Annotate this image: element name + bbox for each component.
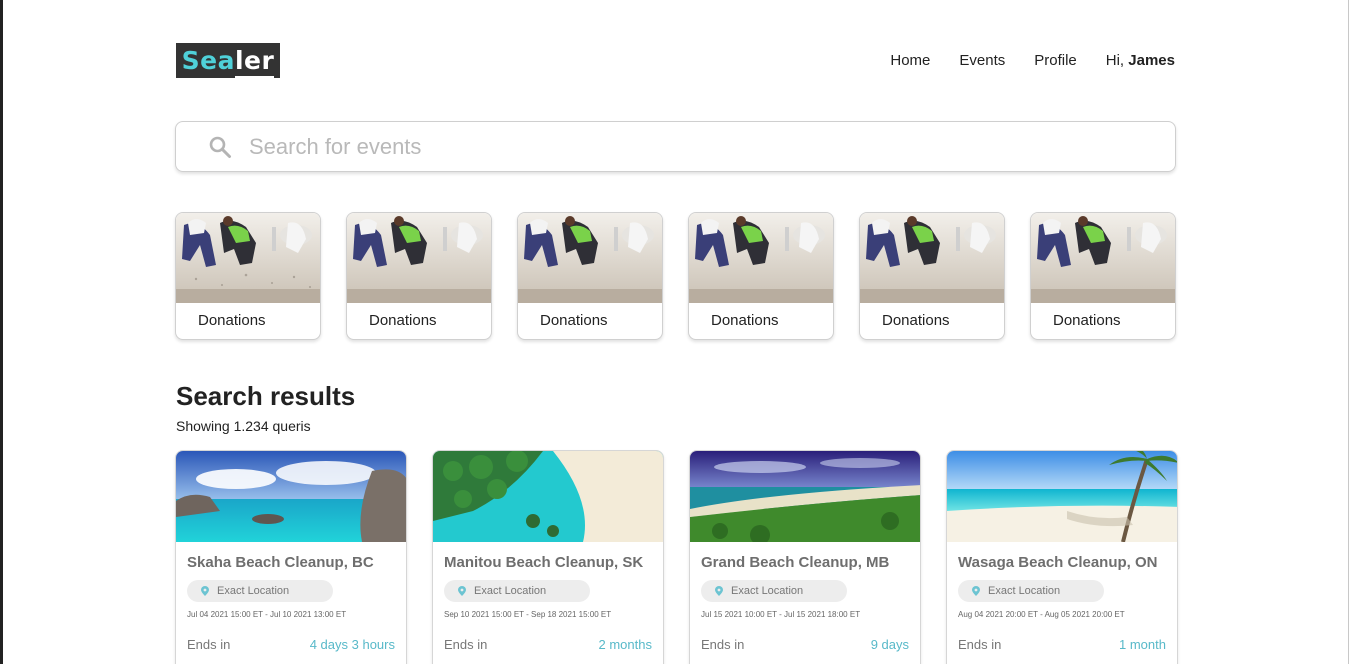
category-label: Donations [711, 312, 779, 329]
category-card[interactable]: Donations [1030, 212, 1176, 340]
category-label: Donations [882, 312, 950, 329]
ends-in-value: 4 days 3 hours [309, 637, 395, 652]
ends-in-value: 1 month [1119, 637, 1166, 652]
event-image [947, 451, 1177, 542]
event-dates: Jul 15 2021 10:00 ET - Jul 15 2021 18:00… [701, 610, 861, 619]
category-image [518, 213, 662, 303]
user-greeting[interactable]: Hi, James [1106, 52, 1175, 70]
event-dates: Jul 04 2021 15:00 ET - Jul 10 2021 13:00… [187, 610, 347, 619]
search-results-heading: Search results [176, 381, 356, 411]
event-image [176, 451, 406, 542]
event-card[interactable]: Manitou Beach Cleanup, SK Exact Location… [432, 450, 664, 664]
results-count: Showing 1.234 queris [176, 418, 311, 434]
category-list: Donations Donations Donations Donations … [175, 212, 1176, 340]
location-text: Exact Location [217, 585, 290, 597]
location-badge[interactable]: Exact Location [701, 580, 847, 602]
location-text: Exact Location [731, 585, 804, 597]
user-name: James [1128, 52, 1175, 69]
logo-text: Sealer [181, 46, 275, 79]
category-card[interactable]: Donations [175, 212, 321, 340]
category-image [860, 213, 1004, 303]
nav-events-link[interactable]: Events [959, 52, 1005, 70]
event-dates: Sep 10 2021 15:00 ET - Sep 18 2021 15:00… [444, 610, 612, 619]
logo-text-ler: ler [234, 46, 275, 79]
location-pin-icon [972, 586, 980, 596]
event-title: Manitou Beach Cleanup, SK [444, 554, 644, 571]
ends-in-label: Ends in [701, 637, 745, 652]
category-card[interactable]: Donations [517, 212, 663, 340]
nav-profile-link[interactable]: Profile [1034, 52, 1077, 70]
search-input[interactable] [249, 133, 1129, 160]
category-image [689, 213, 833, 303]
category-label: Donations [198, 312, 266, 329]
logo-text-sea: Sea [181, 46, 235, 75]
location-pin-icon [201, 586, 209, 596]
ends-in-label: Ends in [187, 637, 231, 652]
location-pin-icon [458, 586, 466, 596]
category-image [347, 213, 491, 303]
category-label: Donations [1053, 312, 1121, 329]
event-title: Grand Beach Cleanup, MB [701, 554, 890, 571]
ends-in-label: Ends in [444, 637, 488, 652]
category-card[interactable]: Donations [688, 212, 834, 340]
location-badge[interactable]: Exact Location [444, 580, 590, 602]
category-label: Donations [369, 312, 437, 329]
event-card[interactable]: Skaha Beach Cleanup, BC Exact Location J… [175, 450, 407, 664]
location-text: Exact Location [988, 585, 1061, 597]
event-list: Skaha Beach Cleanup, BC Exact Location J… [175, 450, 1178, 664]
category-card[interactable]: Donations [346, 212, 492, 340]
ends-in-label: Ends in [958, 637, 1002, 652]
location-text: Exact Location [474, 585, 547, 597]
event-title: Skaha Beach Cleanup, BC [187, 554, 374, 571]
sealer-logo[interactable]: Sealer [176, 43, 280, 79]
category-image [1031, 213, 1175, 303]
top-nav: Home Events Profile Hi, James [890, 52, 1175, 70]
ends-in-value: 9 days [870, 637, 909, 652]
category-card[interactable]: Donations [859, 212, 1005, 340]
category-image [176, 213, 320, 303]
window-left-border [0, 0, 3, 664]
search-bar[interactable] [175, 121, 1176, 172]
greeting-text: Hi, [1105, 52, 1125, 69]
event-image [433, 451, 663, 542]
nav-home-link[interactable]: Home [890, 52, 930, 70]
ends-in-value: 2 months [598, 637, 652, 652]
category-label: Donations [540, 312, 608, 329]
location-pin-icon [715, 586, 723, 596]
event-image [690, 451, 920, 542]
event-title: Wasaga Beach Cleanup, ON [958, 554, 1158, 571]
event-card[interactable]: Grand Beach Cleanup, MB Exact Location J… [689, 450, 921, 664]
event-dates: Aug 04 2021 20:00 ET - Aug 05 2021 20:00… [958, 610, 1125, 619]
location-badge[interactable]: Exact Location [958, 580, 1104, 602]
search-icon[interactable] [208, 135, 232, 159]
location-badge[interactable]: Exact Location [187, 580, 333, 602]
event-card[interactable]: Wasaga Beach Cleanup, ON Exact Location … [946, 450, 1178, 664]
